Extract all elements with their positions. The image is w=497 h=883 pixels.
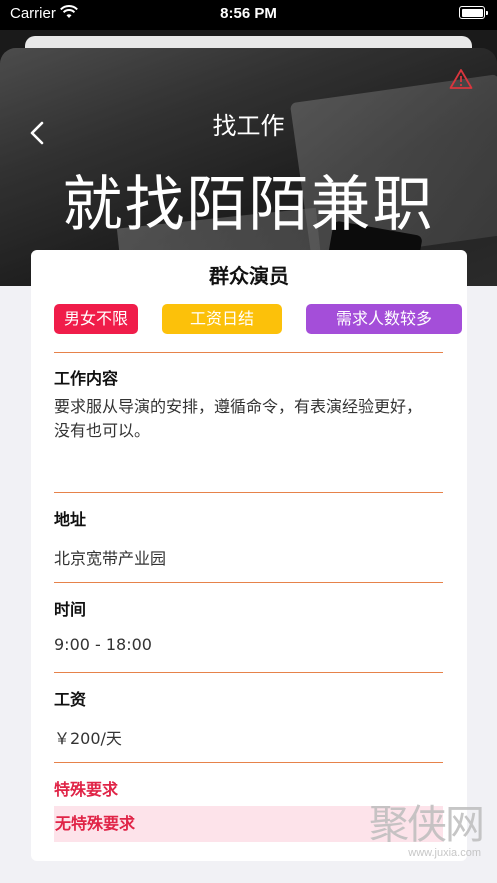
salary-value: ￥200/天 (54, 729, 122, 748)
divider (54, 672, 443, 673)
special-label: 特殊要求 (54, 780, 119, 799)
status-bar: Carrier 8:56 PM (0, 0, 497, 30)
divider (54, 582, 443, 583)
job-detail-card: 群众演员 男女不限 工资日结 需求人数较多 工作内容 要求服从导演的安排，遵循命… (31, 250, 467, 861)
time-label: 时间 (54, 600, 87, 619)
header-banner: 找工作 就找陌陌兼职 (0, 30, 497, 286)
tag-headcount: 需求人数较多 (306, 304, 462, 334)
tag-gender: 男女不限 (54, 304, 138, 334)
salary-label: 工资 (54, 690, 87, 709)
warning-triangle-icon[interactable] (449, 68, 473, 90)
job-title: 群众演员 (209, 264, 289, 288)
time-value: 9:00 - 18:00 (54, 635, 152, 654)
watermark-text: 聚侠网 (369, 802, 485, 848)
content-value: 要求服从导演的安排，遵循命令，有表演经验更好，没有也可以。 (54, 397, 423, 440)
divider (54, 352, 443, 353)
hero-title: 就找陌陌兼职 (62, 170, 435, 240)
address-label: 地址 (54, 510, 87, 529)
watermark-url: www.juxia.com (408, 847, 481, 859)
watermark-logo: 聚侠网 www.juxia.com (369, 803, 487, 863)
divider (54, 762, 443, 763)
nav-title: 找工作 (212, 112, 285, 140)
status-time: 8:56 PM (220, 5, 277, 22)
address-value: 北京宽带产业园 (54, 549, 167, 568)
content-label: 工作内容 (54, 369, 119, 388)
tag-daily-pay: 工资日结 (162, 304, 282, 334)
battery-icon (459, 6, 488, 19)
divider (54, 492, 443, 493)
